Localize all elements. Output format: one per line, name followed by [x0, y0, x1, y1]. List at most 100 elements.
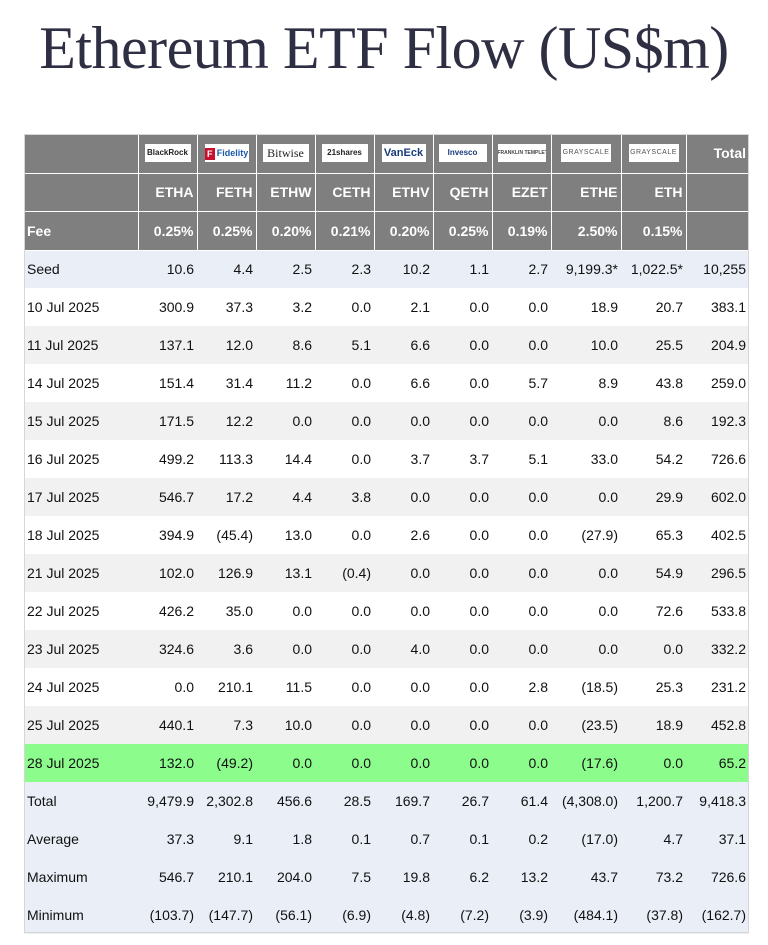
- flow-cell: (37.8): [621, 896, 686, 934]
- fee-cell: 0.25%: [138, 211, 198, 251]
- flow-cell: 0.0: [492, 402, 551, 440]
- flow-cell: 0.0: [551, 478, 621, 516]
- invesco-logo: Invesco: [438, 144, 487, 163]
- flow-cell: 43.7: [551, 858, 621, 896]
- flow-cell: 33.0: [551, 440, 621, 478]
- flow-cell: 17.2: [197, 478, 256, 516]
- 21shares-logo: 21shares: [321, 144, 368, 163]
- flow-cell: (45.4): [197, 516, 256, 554]
- flow-cell: 0.2: [492, 820, 551, 858]
- row-total-cell: 231.2: [686, 668, 749, 706]
- flow-cell: 0.0: [256, 744, 315, 782]
- flow-cell: 2,302.8: [197, 782, 256, 820]
- ticker-cell: FETH: [197, 173, 257, 212]
- flow-cell: 0.0: [256, 592, 315, 630]
- flow-cell: 12.2: [197, 402, 256, 440]
- flow-cell: (23.5): [551, 706, 621, 744]
- table-row: Average 37.3 9.1 1.8 0.1 0.7 0.1 0.2 (17.0) 4.7 37…: [24, 820, 749, 858]
- flow-cell: (56.1): [256, 896, 315, 934]
- table-row: 14 Jul 2025 151.4 31.4 11.2 0.0 6.6 0.0 5.7 8.9 4…: [24, 364, 749, 402]
- flow-cell: 13.0: [256, 516, 315, 554]
- ticker-cell: ETHA: [138, 173, 198, 212]
- page-title: Ethereum ETF Flow (US$m): [39, 15, 729, 81]
- flow-cell: (484.1): [551, 896, 621, 934]
- fee-row: Fee 0.25% 0.25% 0.20% 0.21% 0.20% 0.25% …: [24, 211, 749, 251]
- flow-cell: 204.0: [256, 858, 315, 896]
- flow-cell: 0.0: [138, 668, 197, 706]
- flow-cell: 0.0: [433, 402, 492, 440]
- flow-cell: 0.0: [315, 744, 374, 782]
- flow-cell: 19.8: [374, 858, 433, 896]
- flow-cell: 137.1: [138, 326, 197, 364]
- flow-cell: 0.0: [315, 592, 374, 630]
- flow-cell: 13.1: [256, 554, 315, 592]
- ticker-cell: QETH: [433, 173, 493, 212]
- flow-cell: 0.0: [621, 630, 686, 668]
- fidelity-logo: F Fidelity: [204, 144, 249, 163]
- flow-cell: 0.0: [433, 516, 492, 554]
- flow-cell: 6.6: [374, 364, 433, 402]
- flow-cell: 54.9: [621, 554, 686, 592]
- ticker-row: ETHA FETH ETHW CETH ETHV QETH EZET ETHE …: [24, 173, 749, 212]
- blackrock-logo: BlackRock: [144, 144, 191, 163]
- row-label: 18 Jul 2025: [24, 516, 138, 554]
- row-total-cell: 726.6: [686, 440, 749, 478]
- table-row: 17 Jul 2025 546.7 17.2 4.4 3.8 0.0 0.0 0.0 0.0 29…: [24, 478, 749, 516]
- flow-cell: 0.0: [433, 630, 492, 668]
- fee-cell: 0.20%: [256, 211, 316, 251]
- flow-cell: 5.1: [315, 326, 374, 364]
- flow-cell: 72.6: [621, 592, 686, 630]
- row-label: Total: [24, 782, 138, 820]
- row-label: Seed: [24, 250, 138, 288]
- flow-cell: 0.0: [433, 326, 492, 364]
- bitwise-logo: Bitwise: [262, 144, 309, 163]
- table-row: 28 Jul 2025 132.0 (49.2) 0.0 0.0 0.0 0.0 0.0 (17…: [24, 744, 749, 782]
- flow-cell: (27.9): [551, 516, 621, 554]
- flow-cell: 0.0: [315, 706, 374, 744]
- flow-cell: 546.7: [138, 478, 197, 516]
- flow-cell: 10.2: [374, 250, 433, 288]
- flow-cell: 18.9: [551, 288, 621, 326]
- flow-cell: 7.3: [197, 706, 256, 744]
- flow-cell: (17.0): [551, 820, 621, 858]
- row-total-cell: 402.5: [686, 516, 749, 554]
- flow-cell: 28.5: [315, 782, 374, 820]
- table-row: 10 Jul 2025 300.9 37.3 3.2 0.0 2.1 0.0 0.0 18.9 2…: [24, 288, 749, 326]
- ticker-cell: ETHE: [551, 173, 622, 212]
- flow-cell: 0.0: [374, 592, 433, 630]
- flow-cell: 132.0: [138, 744, 197, 782]
- vaneck-logo: VanEck: [381, 144, 426, 163]
- flow-cell: 6.2: [433, 858, 492, 896]
- flow-cell: 35.0: [197, 592, 256, 630]
- issuer-logo-row: BlackRock F Fidelity Bitwise 21shares Van…: [24, 134, 749, 174]
- flow-cell: 324.6: [138, 630, 197, 668]
- flow-cell: 0.0: [433, 288, 492, 326]
- flow-cell: 0.0: [492, 326, 551, 364]
- row-total-cell: 726.6: [686, 858, 749, 896]
- flow-cell: 426.2: [138, 592, 197, 630]
- row-label: 17 Jul 2025: [24, 478, 138, 516]
- flow-cell: 25.3: [621, 668, 686, 706]
- table-row: 22 Jul 2025 426.2 35.0 0.0 0.0 0.0 0.0 0.0 0.0 72…: [24, 592, 749, 630]
- flow-cell: 210.1: [197, 668, 256, 706]
- flow-cell: 2.5: [256, 250, 315, 288]
- table-row: 15 Jul 2025 171.5 12.2 0.0 0.0 0.0 0.0 0.0 0.0 8.…: [24, 402, 749, 440]
- row-label: 11 Jul 2025: [24, 326, 138, 364]
- flow-cell: 0.0: [492, 554, 551, 592]
- flow-cell: 11.5: [256, 668, 315, 706]
- row-label: 10 Jul 2025: [24, 288, 138, 326]
- row-total-cell: 9,418.3: [686, 782, 749, 820]
- flow-cell: 0.0: [315, 630, 374, 668]
- grayscale-logo: GRAYSCALE: [628, 144, 679, 163]
- flow-cell: 0.0: [492, 478, 551, 516]
- table-row: 16 Jul 2025 499.2 113.3 14.4 0.0 3.7 3.7 5.1 33.…: [24, 440, 749, 478]
- row-total-cell: 65.2: [686, 744, 749, 782]
- row-label: 25 Jul 2025: [24, 706, 138, 744]
- row-total-cell: 383.1: [686, 288, 749, 326]
- row-total-cell: 37.1: [686, 820, 749, 858]
- flow-cell: 37.3: [197, 288, 256, 326]
- flow-cell: 0.0: [433, 478, 492, 516]
- ticker-cell: ETHW: [256, 173, 316, 212]
- flow-cell: 9.1: [197, 820, 256, 858]
- flow-cell: 546.7: [138, 858, 197, 896]
